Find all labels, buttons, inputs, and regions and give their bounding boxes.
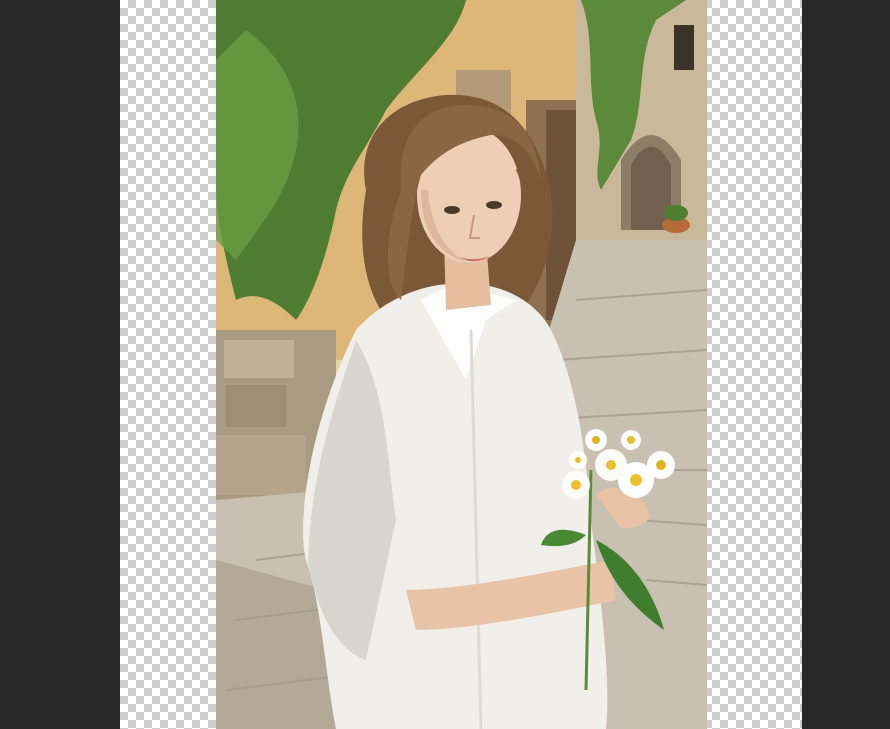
far-window: [674, 25, 694, 70]
daisy-3: [647, 451, 675, 479]
stone-block-1: [224, 340, 294, 378]
stone-block-3: [216, 435, 306, 495]
daisy-4: [562, 471, 590, 499]
editor-workspace: [0, 0, 890, 729]
right-eye: [486, 201, 502, 209]
document-canvas[interactable]: [120, 0, 802, 729]
arch-inner: [631, 146, 671, 230]
left-eye: [444, 206, 460, 214]
portrait-photo-illustration: [216, 0, 707, 729]
daisy-6: [621, 430, 641, 450]
stone-block-2: [226, 385, 286, 427]
daisy-5: [585, 429, 607, 451]
daisy-2: [595, 449, 627, 481]
photo-layer[interactable]: [216, 0, 707, 729]
planter-plant: [664, 205, 688, 221]
daisy-7: [569, 451, 587, 469]
